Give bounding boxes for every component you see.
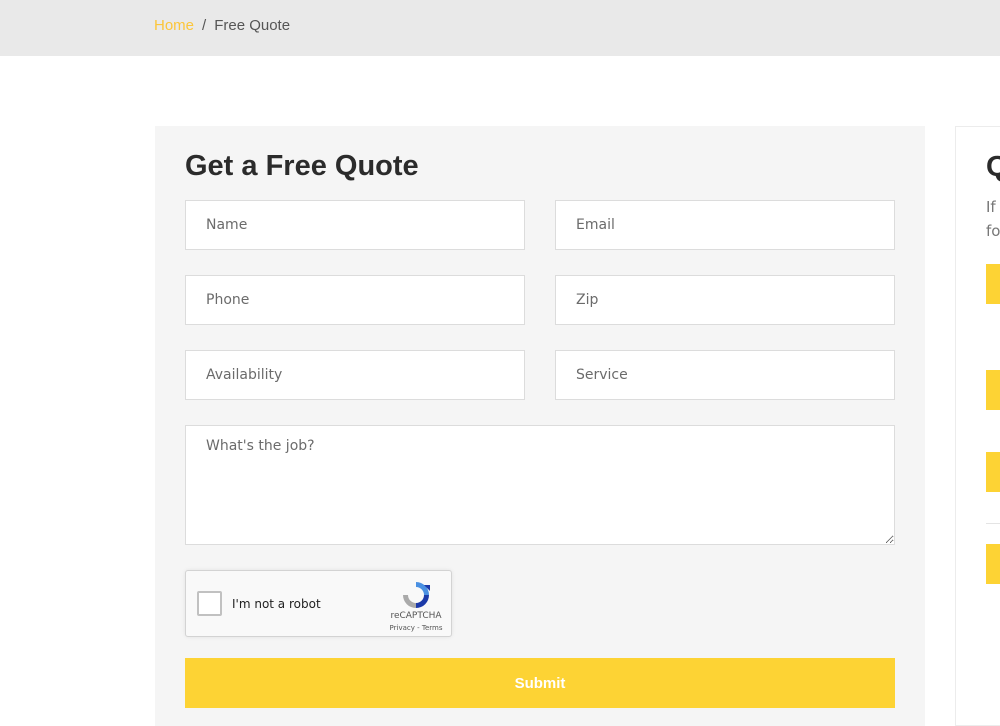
quote-form-panel: Get a Free Quote I'm not a robot reCAPTC…	[155, 126, 925, 726]
breadcrumb-home-link[interactable]: Home	[154, 17, 194, 34]
job-description-textarea[interactable]	[185, 425, 895, 545]
service-input[interactable]	[555, 350, 895, 400]
top-bar: Home / Free Quote	[0, 0, 1000, 56]
recaptcha-brand: reCAPTCHA	[390, 611, 442, 621]
sidebar-text-line: If y	[986, 198, 1000, 216]
envelope-icon: ✉	[986, 370, 1000, 410]
name-input[interactable]	[185, 200, 525, 250]
breadcrumb-current: Free Quote	[214, 17, 291, 34]
availability-input[interactable]	[185, 350, 525, 400]
recaptcha-logo-icon	[403, 582, 430, 608]
email-input[interactable]	[555, 200, 895, 250]
zip-input[interactable]	[555, 275, 895, 325]
recaptcha-terms[interactable]: Privacy - Terms	[384, 624, 448, 632]
page-title: Get a Free Quote	[185, 150, 419, 182]
recaptcha-checkbox[interactable]	[197, 591, 222, 616]
clock-icon: ◷	[986, 544, 1000, 584]
contact-info-panel: Q If y fo ✆ ✉ ● ◷	[955, 126, 1000, 726]
phone-icon: ✆	[986, 264, 1000, 304]
sidebar-intro-text: If y fo	[986, 195, 1000, 243]
sidebar-divider	[986, 523, 1000, 524]
recaptcha-label: I'm not a robot	[232, 597, 321, 611]
breadcrumb: Home / Free Quote	[154, 17, 290, 34]
sidebar-title: Q	[986, 151, 1000, 184]
phone-input[interactable]	[185, 275, 525, 325]
breadcrumb-separator: /	[202, 17, 207, 34]
sidebar-text-line: fo	[986, 222, 1000, 240]
submit-button[interactable]: Submit	[185, 658, 895, 708]
map-marker-icon: ●	[986, 452, 1000, 492]
recaptcha-widget: I'm not a robot reCAPTCHA Privacy - Term…	[185, 570, 452, 637]
